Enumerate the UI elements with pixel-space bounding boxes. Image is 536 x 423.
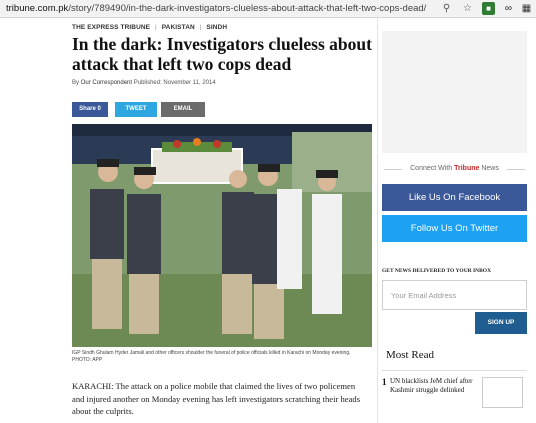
breadcrumb-separator: | [199,24,202,31]
most-read-item[interactable]: 1 UN blacklists JeM chief after Kashmir … [382,370,527,410]
tweet-button[interactable]: TWEET [115,102,157,117]
ad-placeholder [382,31,527,153]
grid-extension-icon[interactable]: ▦ [520,2,533,15]
article-photo [72,124,372,347]
funeral-photo-illustration [72,124,372,347]
published-date: Published: November 11, 2014 [133,80,216,86]
connect-prefix: Connect With [410,165,453,172]
browser-toolbar: tribune.com.pk/story/789490/in-the-dark-… [0,0,536,18]
facebook-share-button[interactable]: Share 0 [72,102,108,117]
most-read-title[interactable]: UN blacklists JeM chief after Kashmir st… [390,377,478,394]
breadcrumb-item[interactable]: SINDH [206,24,227,31]
email-share-button[interactable]: EMAIL [161,102,205,117]
author-link[interactable]: Our Correspondent [81,80,132,86]
article-body: KARACHI: The attack on a police mobile t… [72,381,361,416]
extension-icon[interactable]: ■ [482,2,495,15]
breadcrumb-item[interactable]: THE EXPRESS TRIBUNE [72,24,150,31]
bookmark-star-icon[interactable]: ☆ [461,2,474,15]
facebook-follow-button[interactable]: Like Us On Facebook [382,184,527,211]
divider-line [507,169,525,170]
breadcrumb-separator: | [155,24,157,31]
connect-suffix: News [481,165,499,172]
connect-heading: Connect With Tribune News [382,165,527,172]
url-host: tribune.com.pk [6,3,69,14]
connect-brand: Tribune [454,165,480,172]
divider-line [384,169,402,170]
most-read-heading: Most Read [386,349,434,361]
breadcrumb-item[interactable]: PAKISTAN [162,24,195,31]
address-bar[interactable]: tribune.com.pk/story/789490/in-the-dark-… [6,3,426,14]
most-read-number: 1 [382,377,387,387]
breadcrumb: THE EXPRESS TRIBUNE | PAKISTAN | SINDH [72,24,230,31]
photo-caption: IGP Sindh Ghulam Hyder Jamali and other … [72,350,351,363]
byline: By Our Correspondent Published: November… [72,80,216,86]
email-field[interactable] [382,280,527,310]
link-extension-icon[interactable]: ∞ [502,2,515,15]
search-icon[interactable]: ⚲ [440,2,453,15]
most-read-thumbnail[interactable] [482,377,523,408]
url-path: /story/789490/in-the-dark-investigators-… [68,3,427,14]
column-divider [377,18,378,423]
twitter-follow-button[interactable]: Follow Us On Twitter [382,215,527,242]
page-title: In the dark: Investigators clueless abou… [72,34,372,74]
byline-prefix: By [72,80,80,86]
signup-button[interactable]: SIGN UP [475,312,527,334]
newsletter-heading: GET NEWS DELIVERED TO YOUR INBOX [382,268,492,274]
